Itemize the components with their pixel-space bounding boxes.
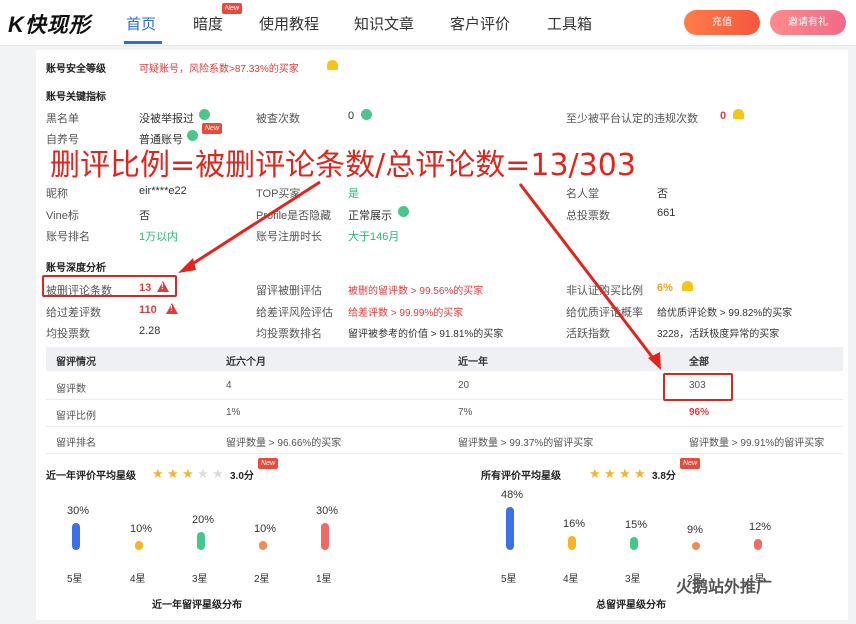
arrow-line bbox=[518, 183, 658, 363]
arrow-head bbox=[178, 258, 196, 273]
watermark: 火鹅站外推广 bbox=[676, 579, 773, 596]
annotation-arrows bbox=[178, 180, 661, 370]
arrow-line bbox=[185, 180, 321, 270]
